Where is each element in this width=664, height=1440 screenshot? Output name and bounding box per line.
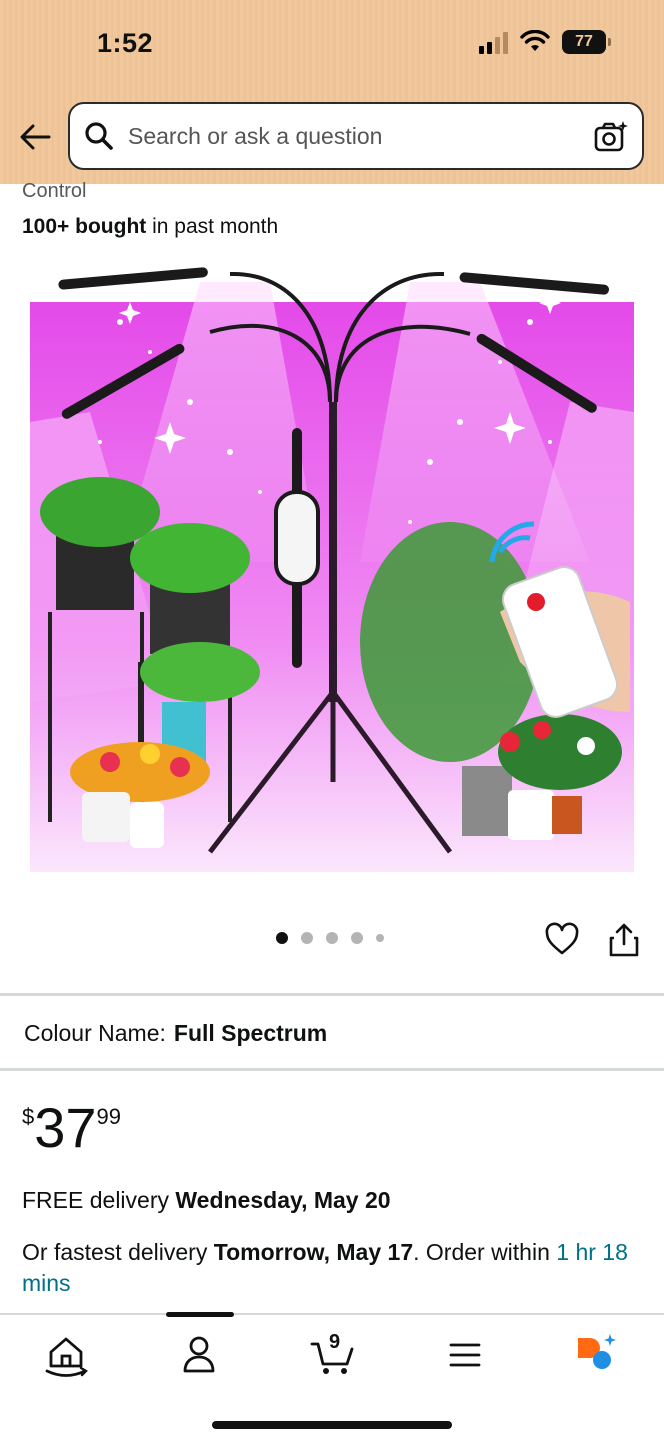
- bought-bold: 100+ bought: [22, 215, 147, 238]
- battery-icon: 77: [562, 30, 611, 54]
- product-title-fragment: Control: [22, 180, 87, 202]
- carousel-dot[interactable]: [276, 932, 288, 944]
- grow-light-illustration: [30, 267, 634, 872]
- nav-rufus[interactable]: [570, 1329, 622, 1381]
- wishlist-heart-icon[interactable]: [544, 922, 580, 958]
- fastest-date: Tomorrow, May 17: [213, 1239, 414, 1265]
- nav-cart[interactable]: 9: [306, 1329, 358, 1381]
- carousel-dot[interactable]: [351, 932, 363, 944]
- colour-label: Colour Name:: [24, 1020, 166, 1046]
- colour-value: Full Spectrum: [173, 1020, 328, 1046]
- active-tab-indicator: [166, 1312, 234, 1317]
- search-icon: [85, 122, 113, 150]
- nav-menu[interactable]: [439, 1329, 491, 1381]
- fastest-prefix: Or fastest delivery: [22, 1239, 214, 1265]
- share-icon[interactable]: [608, 922, 640, 958]
- free-delivery-prefix: FREE delivery: [22, 1187, 176, 1213]
- wifi-icon: [520, 30, 550, 51]
- account-icon: [183, 1336, 215, 1373]
- top-header: 1:52 77 Search or ask a question: [0, 0, 664, 184]
- order-within: . Order within: [413, 1239, 557, 1265]
- nav-account[interactable]: [173, 1329, 225, 1381]
- home-indicator: [212, 1421, 452, 1429]
- status-icons: 77: [479, 30, 611, 54]
- section-divider: [0, 993, 664, 996]
- colour-selector[interactable]: Colour Name: Full Spectrum: [24, 1020, 327, 1047]
- carousel-dot[interactable]: [301, 932, 313, 944]
- price-currency: $: [22, 1104, 35, 1129]
- rufus-assistant-icon: [578, 1334, 616, 1369]
- section-divider: [0, 1068, 664, 1071]
- search-bar[interactable]: Search or ask a question: [68, 102, 644, 170]
- home-icon: [45, 1337, 88, 1377]
- back-button[interactable]: [18, 120, 52, 154]
- fastest-delivery: Or fastest delivery Tomorrow, May 17. Or…: [22, 1237, 642, 1299]
- back-arrow-icon: [20, 124, 51, 150]
- price-whole: 37: [34, 1096, 97, 1159]
- free-delivery-date: Wednesday, May 20: [175, 1187, 391, 1213]
- free-delivery: FREE delivery Wednesday, May 20: [22, 1187, 391, 1214]
- bottom-navigation: 9: [0, 1312, 664, 1440]
- cart-count: 9: [329, 1331, 341, 1353]
- carousel-dot[interactable]: [326, 932, 338, 944]
- signal-icon: [479, 30, 508, 54]
- bought-count: 100+ bought in past month: [22, 215, 278, 239]
- price: $ 37 99: [22, 1098, 121, 1158]
- bought-rest: in past month: [146, 215, 279, 238]
- image-carousel-dots[interactable]: [276, 932, 384, 944]
- camera-search-icon[interactable]: [594, 120, 628, 154]
- nav-home[interactable]: [40, 1329, 92, 1381]
- product-image[interactable]: [30, 262, 634, 872]
- carousel-dot[interactable]: [376, 934, 384, 942]
- menu-icon: [449, 1343, 481, 1367]
- search-input[interactable]: Search or ask a question: [128, 123, 382, 150]
- price-fraction: 99: [96, 1104, 122, 1129]
- status-time: 1:52: [97, 28, 154, 58]
